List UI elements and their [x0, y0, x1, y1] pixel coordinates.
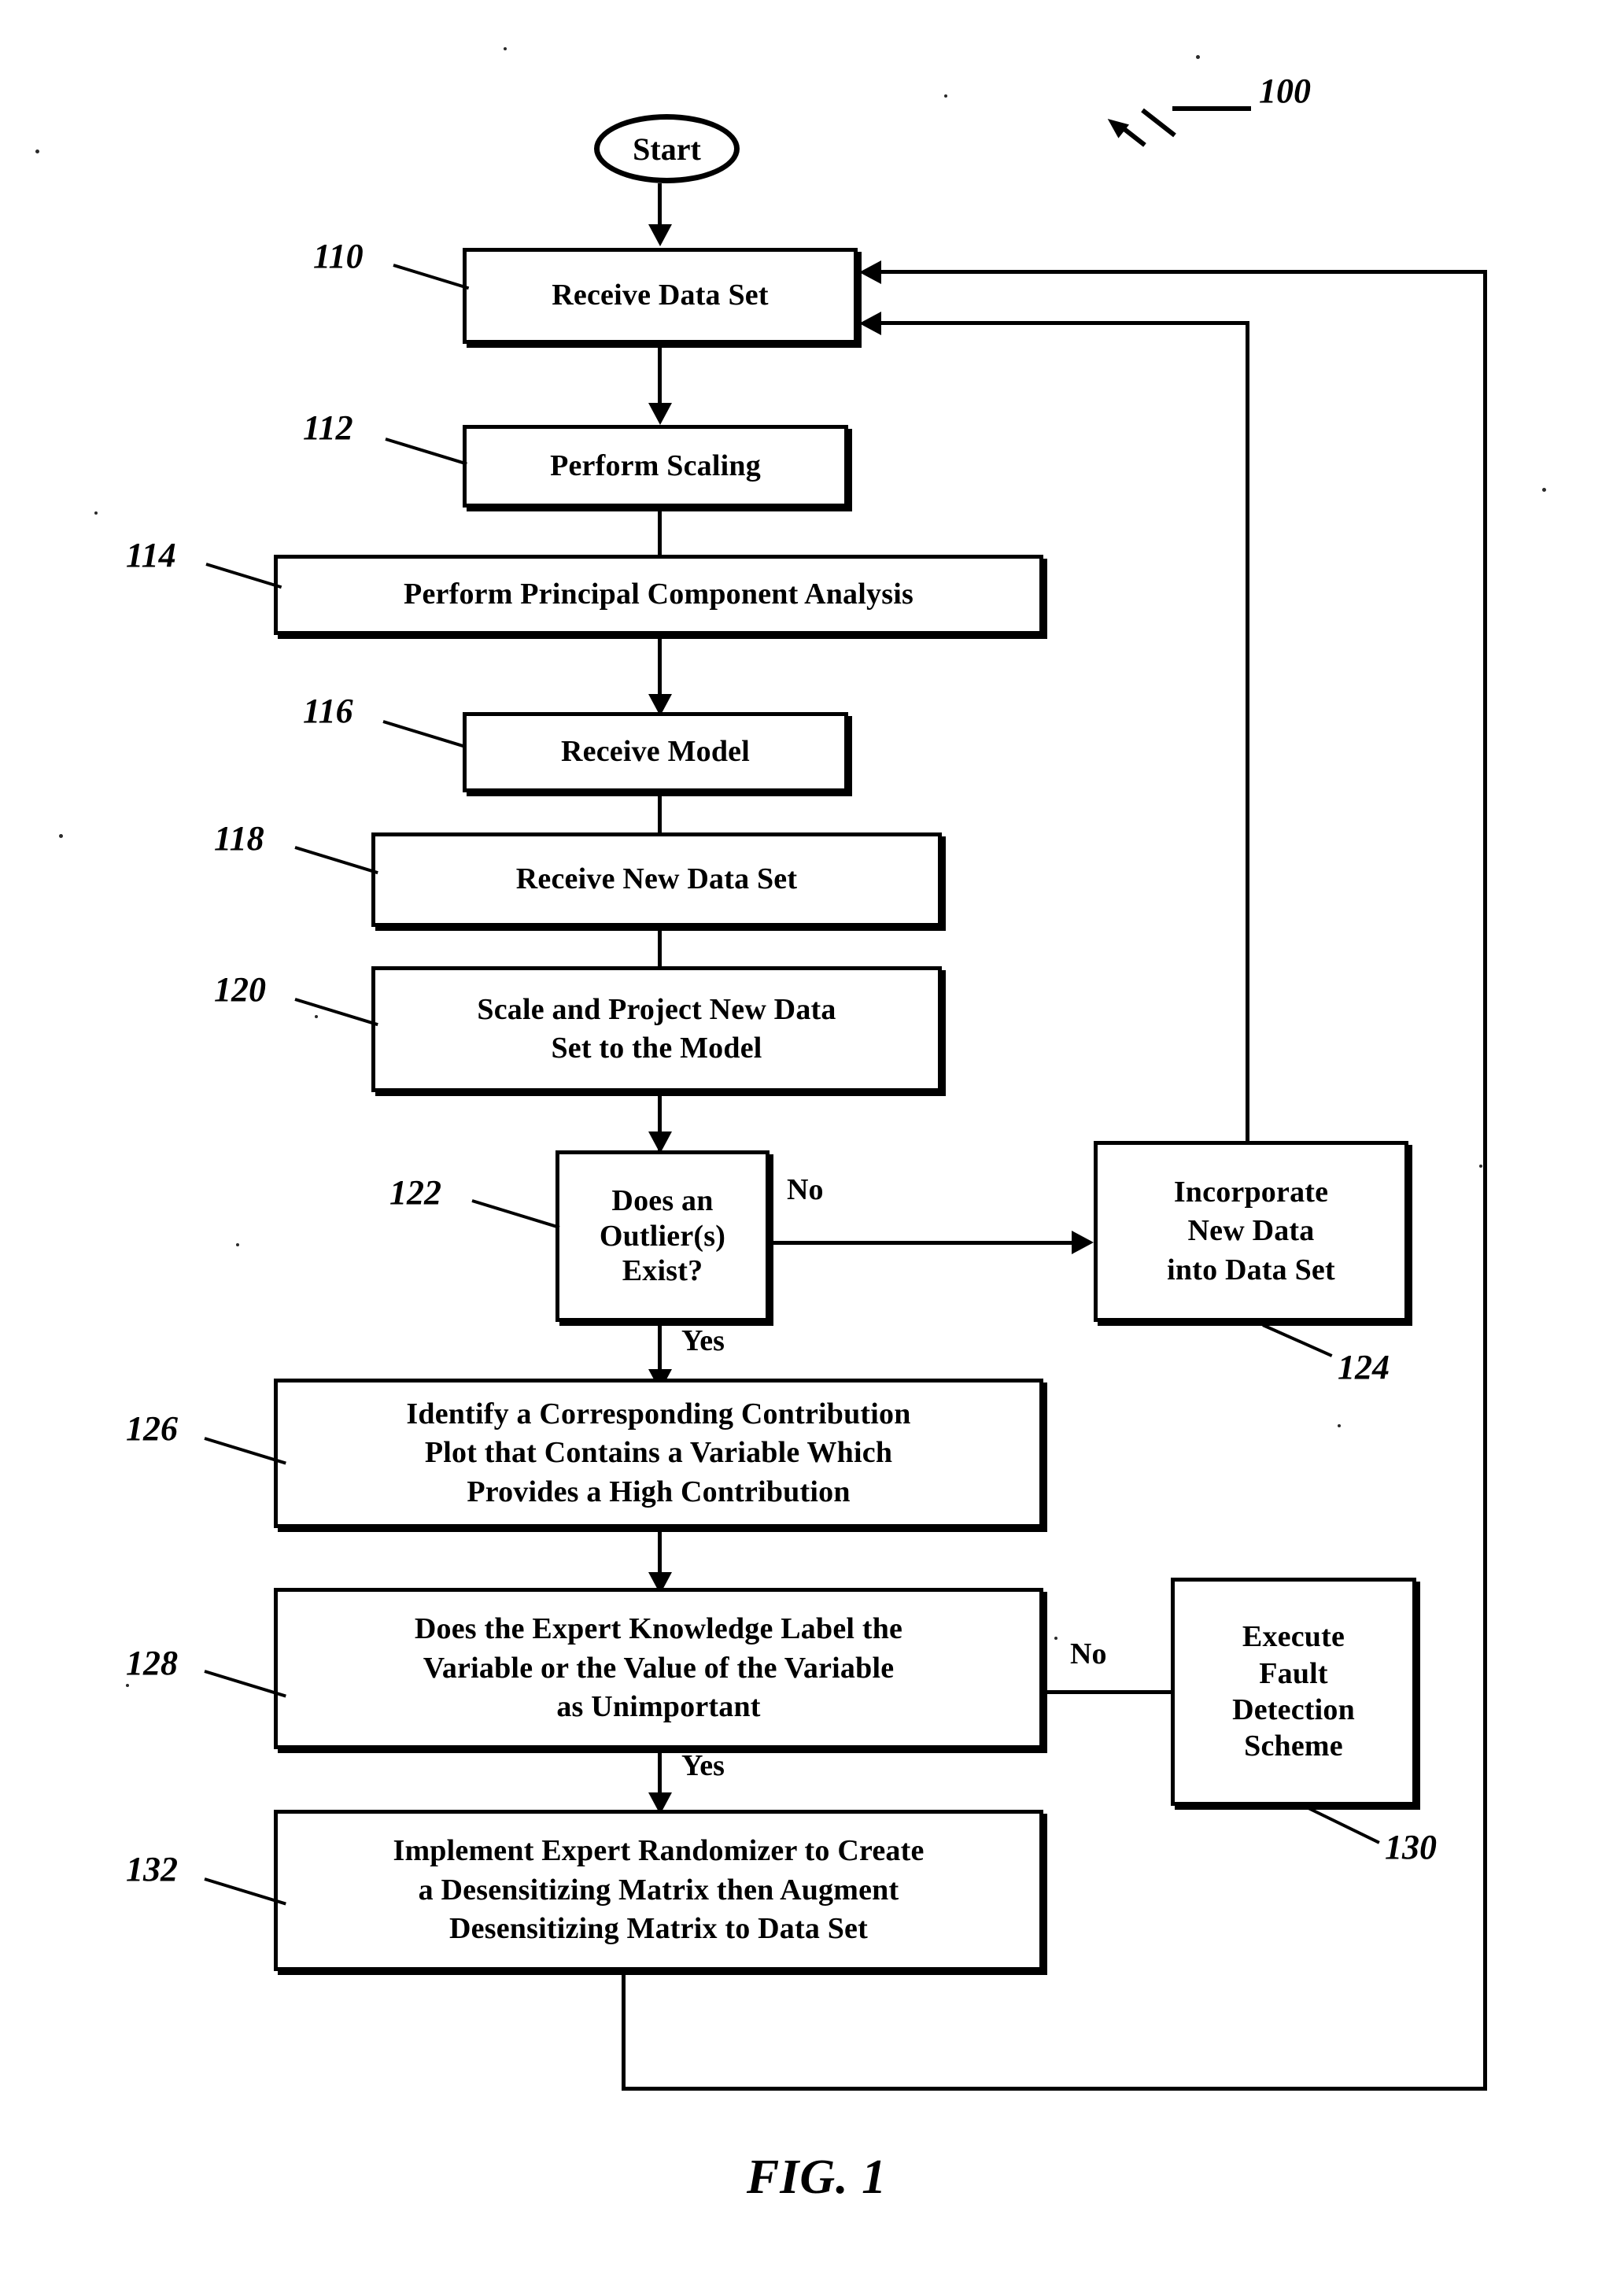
edge-start-to-110 [658, 183, 662, 227]
node-124-label-line-1: Incorporate [1173, 1175, 1329, 1209]
ref-100-arrowhead [1102, 112, 1130, 138]
ref-100: 100 [1259, 72, 1311, 110]
patent-figure-page: 100 Start Receive Data Set 110 Perform S… [0, 0, 1624, 2274]
scan-speck [236, 1243, 239, 1246]
ref-100-leader-diagonal [1141, 108, 1176, 138]
scan-speck [59, 834, 63, 838]
node-128-label-line-1: Does the Expert Knowledge Label the [414, 1612, 903, 1646]
ref-126: 126 [126, 1409, 178, 1448]
scan-speck [1054, 1637, 1057, 1640]
node-120-scale-and-project: Scale and Project New Data Set to the Mo… [371, 966, 942, 1092]
node-114-perform-pca: Perform Principal Component Analysis [274, 555, 1043, 635]
feedback-132-vertical [1483, 270, 1487, 2091]
node-110-label: Receive Data Set [552, 279, 769, 312]
edge-label-expert-no: No [1070, 1637, 1107, 1670]
ref-122-leader [471, 1199, 560, 1229]
scan-speck [35, 150, 39, 153]
feedback-132-arrowhead [859, 260, 881, 284]
node-122-outlier-decision: Does an Outlier(s) Exist? [555, 1150, 770, 1322]
ref-100-leader [1172, 106, 1251, 111]
node-132-implement-expert-randomizer: Implement Expert Randomizer to Create a … [274, 1810, 1043, 1971]
scan-speck [504, 47, 507, 50]
figure-caption: FIG. 1 [746, 2150, 888, 2204]
node-118-label: Receive New Data Set [515, 862, 798, 896]
ref-114: 114 [126, 536, 176, 574]
node-130-label-line-3: Detection [1232, 1693, 1355, 1726]
ref-118-leader [294, 846, 378, 875]
node-110-receive-data-set: Receive Data Set [463, 248, 858, 344]
node-132-label-line-3: Desensitizing Matrix to Data Set [449, 1912, 868, 1946]
node-start-label: Start [633, 131, 701, 167]
node-112-perform-scaling: Perform Scaling [463, 425, 848, 508]
feedback-132-top [880, 270, 1487, 274]
ref-124-leader [1262, 1323, 1333, 1357]
node-132-label-line-1: Implement Expert Randomizer to Create [393, 1834, 925, 1868]
node-130-execute-fault-detection: Execute Fault Detection Scheme [1171, 1578, 1416, 1806]
scan-speck [94, 511, 98, 515]
node-116-receive-model: Receive Model [463, 712, 848, 792]
edge-label-expert-yes: Yes [681, 1749, 725, 1782]
node-130-label-line-4: Scheme [1244, 1729, 1343, 1763]
node-126-label-line-2: Plot that Contains a Variable Which [424, 1436, 893, 1470]
node-112-label: Perform Scaling [550, 449, 761, 482]
ref-116: 116 [303, 692, 353, 730]
feedback-124-horizontal [880, 321, 1249, 325]
ref-112-leader [385, 437, 467, 466]
feedback-124-arrowhead [859, 312, 881, 335]
edge-start-to-110-arrowhead [648, 224, 672, 246]
node-130-label-line-2: Fault [1259, 1656, 1328, 1690]
ref-110-leader [393, 264, 470, 290]
node-124-label-line-3: into Data Set [1167, 1253, 1335, 1287]
ref-122: 122 [389, 1173, 441, 1212]
ref-120: 120 [214, 970, 266, 1009]
node-126-identify-contribution-plot: Identify a Corresponding Contribution Pl… [274, 1379, 1043, 1528]
node-122-label-line-1: Does an [611, 1183, 714, 1217]
ref-132: 132 [126, 1850, 178, 1888]
node-128-expert-knowledge-decision: Does the Expert Knowledge Label the Vari… [274, 1588, 1043, 1749]
feedback-124-vertical [1246, 321, 1249, 1141]
node-start: Start [594, 114, 740, 183]
ref-110: 110 [313, 237, 364, 275]
scan-speck [1196, 55, 1200, 59]
ref-116-leader [382, 720, 467, 749]
node-114-label: Perform Principal Component Analysis [404, 578, 914, 611]
edge-122-no-to-124 [770, 1241, 1079, 1245]
ref-130-leader [1308, 1807, 1380, 1844]
node-128-label-line-3: as Unimportant [556, 1690, 761, 1724]
scan-speck [944, 94, 947, 98]
node-120-label-line-2: Set to the Model [551, 1032, 762, 1065]
scan-speck [126, 1684, 129, 1687]
edge-label-outlier-no: No [787, 1173, 824, 1206]
edge-label-outlier-yes: Yes [681, 1324, 725, 1357]
scan-speck [315, 1015, 318, 1018]
scan-speck [1338, 1424, 1341, 1427]
ref-124: 124 [1338, 1348, 1390, 1386]
node-120-label-line-1: Scale and Project New Data [477, 992, 836, 1026]
ref-128: 128 [126, 1644, 178, 1682]
ref-130: 130 [1385, 1828, 1437, 1866]
node-126-label-line-1: Identify a Corresponding Contribution [406, 1397, 911, 1430]
node-126-label-line-3: Provides a High Contribution [467, 1475, 851, 1508]
node-122-label-line-3: Exist? [622, 1254, 703, 1288]
edge-114-to-116 [658, 635, 662, 700]
node-130-label-line-1: Execute [1242, 1620, 1345, 1654]
node-116-label: Receive Model [561, 735, 750, 769]
node-124-incorporate-new-data: Incorporate New Data into Data Set [1094, 1141, 1408, 1322]
node-124-label-line-2: New Data [1187, 1214, 1315, 1248]
edge-110-to-112-arrowhead [648, 403, 672, 425]
ref-112: 112 [303, 408, 353, 447]
node-132-label-line-2: a Desensitizing Matrix then Augment [418, 1873, 899, 1907]
node-122-label-line-2: Outlier(s) [599, 1219, 726, 1253]
ref-114-leader [205, 563, 282, 589]
scan-speck [1479, 1165, 1482, 1168]
feedback-132-bottom [622, 2087, 1487, 2091]
scan-speck [1542, 488, 1546, 492]
ref-120-leader [294, 998, 378, 1027]
edge-122-no-arrowhead [1072, 1231, 1094, 1254]
edge-110-to-112 [658, 344, 662, 407]
node-128-label-line-2: Variable or the Value of the Variable [423, 1651, 895, 1685]
feedback-132-down [622, 1971, 626, 2091]
node-118-receive-new-data-set: Receive New Data Set [371, 832, 942, 927]
ref-118: 118 [214, 819, 264, 858]
